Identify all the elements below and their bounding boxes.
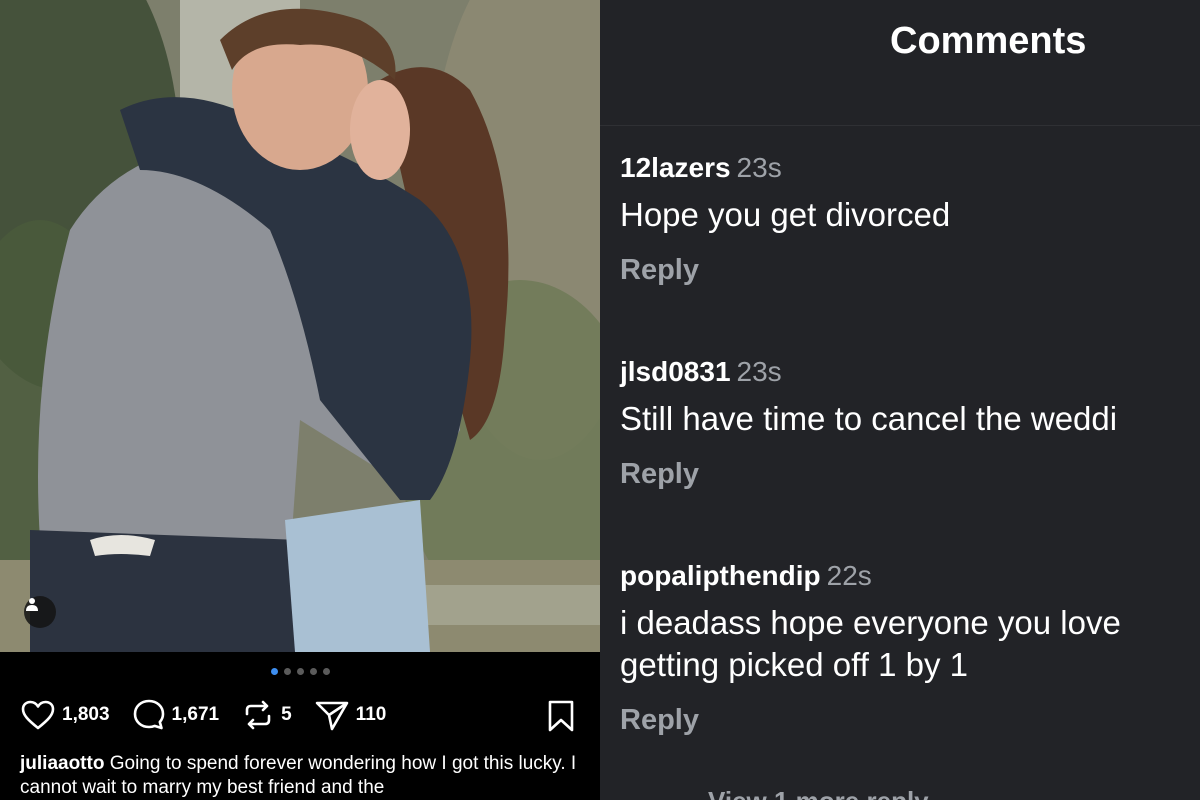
comment-text: i deadass hope everyone you love getting… xyxy=(620,602,1200,686)
reply-button[interactable]: Reply xyxy=(620,254,1200,287)
comment-item: jlsd0831 23s Still have time to cancel th… xyxy=(620,356,1200,491)
comment-username[interactable]: 12lazers xyxy=(620,152,731,183)
comment-item: 12lazers 23s Hope you get divorced Reply xyxy=(620,152,1200,287)
like-count: 1,803 xyxy=(62,704,110,725)
comment-text: Hope you get divorced xyxy=(620,196,951,233)
comment-icon xyxy=(133,699,164,730)
comment-count: 1,671 xyxy=(171,704,220,725)
repost-count: 5 xyxy=(281,704,292,725)
share-button[interactable]: 110 xyxy=(314,698,387,732)
like-button[interactable]: 1,803 xyxy=(20,699,110,731)
view-more-replies-link[interactable]: View 1 more reply xyxy=(708,786,929,800)
caption-username[interactable]: juliaaotto xyxy=(20,753,104,774)
carousel-dot xyxy=(283,668,291,675)
carousel-dot xyxy=(322,668,330,675)
comment-time: 23s xyxy=(736,152,782,183)
comment-button[interactable]: 1,671 xyxy=(132,698,220,732)
caption-text: Going to spend forever wondering how I g… xyxy=(20,753,577,798)
comment-text-line: getting picked off 1 by 1 xyxy=(620,646,968,683)
repost-icon xyxy=(245,700,271,730)
comment-username[interactable]: jlsd0831 xyxy=(620,356,731,387)
reply-button[interactable]: Reply xyxy=(620,704,1200,737)
instagram-post: 1,803 1,671 5 110 juliaaotto Going to sp… xyxy=(0,0,600,800)
bookmark-button[interactable] xyxy=(546,699,576,738)
carousel-dot-active xyxy=(270,668,278,675)
reply-button[interactable]: Reply xyxy=(620,458,1200,491)
heart-icon xyxy=(21,700,55,730)
comment-text: Still have time to cancel the weddi xyxy=(620,400,1118,437)
comment-username[interactable]: popalipthendip xyxy=(620,560,821,591)
carousel-dot xyxy=(309,668,317,675)
comments-header: Comments xyxy=(600,0,1200,126)
carousel-dot xyxy=(296,668,304,675)
post-caption: juliaaotto Going to spend forever wonder… xyxy=(20,752,580,800)
carousel-indicator xyxy=(0,668,600,675)
post-actions: 1,803 1,671 5 110 xyxy=(20,697,580,733)
share-icon xyxy=(315,701,348,731)
repost-button[interactable]: 5 xyxy=(241,698,292,732)
post-photo[interactable] xyxy=(0,0,600,652)
bookmark-icon xyxy=(548,700,574,732)
user-tag-icon[interactable] xyxy=(24,596,56,628)
comments-title: Comments xyxy=(890,20,1087,62)
comment-item: popalipthendip 22s i deadass hope everyon… xyxy=(620,560,1200,737)
share-count: 110 xyxy=(355,704,387,725)
comment-text-line: i deadass hope everyone you love xyxy=(620,604,1121,641)
comments-panel: Comments 12lazers 23s Hope you get divorc… xyxy=(600,0,1200,800)
comment-time: 22s xyxy=(826,560,872,591)
comment-time: 23s xyxy=(736,356,782,387)
